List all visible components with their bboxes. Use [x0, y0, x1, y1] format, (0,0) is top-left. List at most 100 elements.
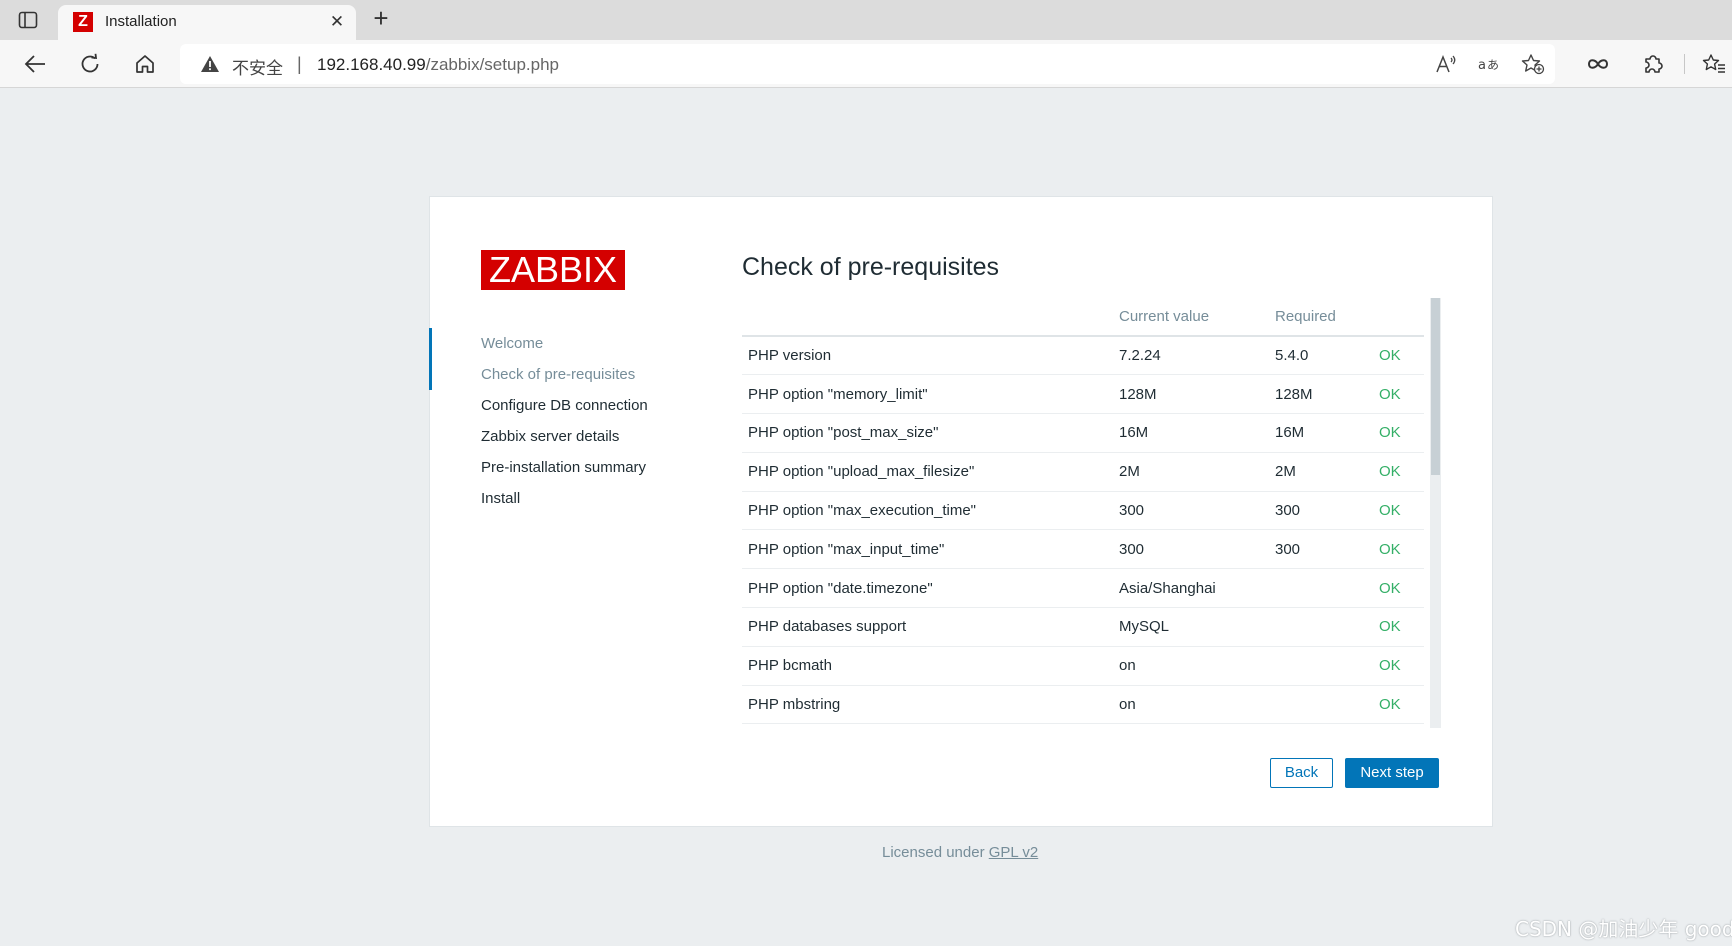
row-required: 128M — [1269, 374, 1373, 415]
license-prefix: Licensed under — [882, 844, 989, 861]
row-status: OK — [1373, 685, 1424, 725]
row-required: 300 — [1269, 491, 1373, 531]
step-check-prerequisites: Check of pre-requisites — [481, 366, 636, 383]
header-current-value: Current value — [1113, 298, 1269, 337]
read-aloud-icon[interactable] — [1433, 52, 1459, 76]
row-name: PHP option "upload_max_filesize" — [742, 452, 1113, 492]
zabbix-logo: ZABBIX — [481, 250, 625, 290]
step-pre-install-summary: Pre-installation summary — [481, 459, 647, 476]
star-add-icon[interactable] — [1520, 52, 1546, 76]
plus-icon[interactable]: + — [368, 5, 394, 32]
address-bar[interactable]: 不安全 | 192.168.40.99/zabbix/setup.php aあ — [180, 44, 1555, 84]
gpl-license-link[interactable]: GPL v2 — [989, 844, 1038, 861]
home-icon[interactable] — [130, 49, 160, 79]
row-name: PHP option "post_max_size" — [742, 413, 1113, 453]
row-required — [1269, 646, 1373, 686]
row-current: 300 — [1113, 491, 1269, 531]
row-name: PHP option "max_input_time" — [742, 529, 1113, 570]
row-current: on — [1113, 646, 1269, 686]
page-title: Check of pre-requisites — [742, 253, 1000, 281]
svg-text:a: a — [1478, 58, 1486, 73]
row-required: 5.4.0 — [1269, 336, 1373, 376]
setup-panel: ZABBIX Welcome Check of pre-requisites C… — [429, 196, 1493, 827]
row-current: 300 — [1113, 529, 1269, 570]
row-status: OK — [1373, 646, 1424, 686]
license-footer: Licensed under GPL v2 — [882, 844, 1038, 861]
row-required: 16M — [1269, 413, 1373, 453]
row-current: 16M — [1113, 413, 1269, 453]
table-row: PHP version 7.2.24 5.4.0 OK — [742, 336, 1424, 376]
row-required: 300 — [1269, 529, 1373, 570]
svg-text:あ: あ — [1487, 58, 1499, 72]
prerequisites-scroll-area[interactable]: Current value Required PHP version 7.2.2… — [742, 298, 1447, 728]
tab-bar: Z Installation ✕ + — [0, 0, 1732, 40]
row-required — [1269, 685, 1373, 725]
row-current: on — [1113, 685, 1269, 725]
table-row: PHP option "post_max_size" 16M 16M OK — [742, 413, 1424, 453]
next-step-button[interactable]: Next step — [1345, 758, 1439, 788]
insecure-label[interactable]: 不安全 — [232, 54, 283, 79]
row-status: OK — [1373, 529, 1424, 570]
row-status: OK — [1373, 452, 1424, 492]
zabbix-favicon-icon: Z — [73, 12, 93, 32]
prerequisites-table: Current value Required PHP version 7.2.2… — [742, 298, 1424, 725]
row-current: Asia/Shanghai — [1113, 568, 1269, 609]
row-status: OK — [1373, 491, 1424, 531]
row-name: PHP bcmath — [742, 646, 1113, 686]
table-row: PHP mbstring on OK — [742, 685, 1424, 725]
row-required: 2M — [1269, 452, 1373, 492]
row-status: OK — [1373, 374, 1424, 415]
row-name: PHP databases support — [742, 607, 1113, 647]
table-row: PHP option "max_execution_time" 300 300 … — [742, 491, 1424, 531]
step-server-details: Zabbix server details — [481, 428, 620, 445]
row-name: PHP option "date.timezone" — [742, 568, 1113, 609]
setup-steps-nav: Welcome Check of pre-requisites Configur… — [430, 328, 690, 514]
row-required — [1269, 607, 1373, 647]
table-row: PHP option "upload_max_filesize" 2M 2M O… — [742, 452, 1424, 492]
warning-icon[interactable] — [200, 55, 220, 73]
step-configure-db: Configure DB connection — [481, 397, 648, 414]
address-separator: | — [297, 54, 302, 74]
tab-actions-icon[interactable] — [17, 9, 39, 31]
table-header-row: Current value Required — [742, 298, 1424, 337]
row-status: OK — [1373, 336, 1424, 376]
tab-title: Installation — [105, 13, 177, 30]
row-status: OK — [1373, 413, 1424, 453]
header-name — [742, 298, 1113, 337]
back-button[interactable]: Back — [1270, 758, 1333, 788]
row-name: PHP version — [742, 336, 1113, 376]
arrow-left-icon[interactable] — [20, 49, 50, 79]
table-row: PHP option "max_input_time" 300 300 OK — [742, 529, 1424, 570]
row-name: PHP mbstring — [742, 685, 1113, 725]
translate-icon[interactable]: aあ — [1476, 52, 1502, 76]
table-row: PHP bcmath on OK — [742, 646, 1424, 686]
step-install: Install — [481, 490, 521, 507]
infinity-icon[interactable] — [1583, 49, 1613, 79]
row-current: 2M — [1113, 452, 1269, 492]
row-status: OK — [1373, 568, 1424, 609]
toolbar-separator — [1684, 54, 1685, 74]
nav-bar: 不安全 | 192.168.40.99/zabbix/setup.php aあ — [0, 40, 1732, 88]
close-icon[interactable]: ✕ — [326, 11, 348, 33]
url-path: /zabbix/setup.php — [425, 55, 559, 74]
favorites-icon[interactable] — [1699, 49, 1729, 79]
url-text[interactable]: 192.168.40.99/zabbix/setup.php — [317, 55, 559, 75]
row-name: PHP option "memory_limit" — [742, 374, 1113, 415]
row-current: MySQL — [1113, 607, 1269, 647]
row-name: PHP option "max_execution_time" — [742, 491, 1113, 531]
table-row: PHP option "date.timezone" Asia/Shanghai… — [742, 568, 1424, 609]
step-welcome: Welcome — [481, 335, 544, 352]
csdn-watermark: CSDN @加油少年 good — [1515, 917, 1732, 941]
row-current: 128M — [1113, 374, 1269, 415]
puzzle-icon[interactable] — [1638, 49, 1668, 79]
scrollbar-thumb[interactable] — [1431, 298, 1440, 475]
row-status: OK — [1373, 607, 1424, 647]
header-status — [1373, 298, 1424, 337]
header-required: Required — [1269, 298, 1373, 337]
table-row: PHP option "memory_limit" 128M 128M OK — [742, 374, 1424, 415]
reload-icon[interactable] — [75, 49, 105, 79]
table-row: PHP databases support MySQL OK — [742, 607, 1424, 647]
url-host: 192.168.40.99 — [317, 55, 426, 74]
row-current: 7.2.24 — [1113, 336, 1269, 376]
tab-installation[interactable]: Z Installation ✕ — [58, 5, 356, 40]
